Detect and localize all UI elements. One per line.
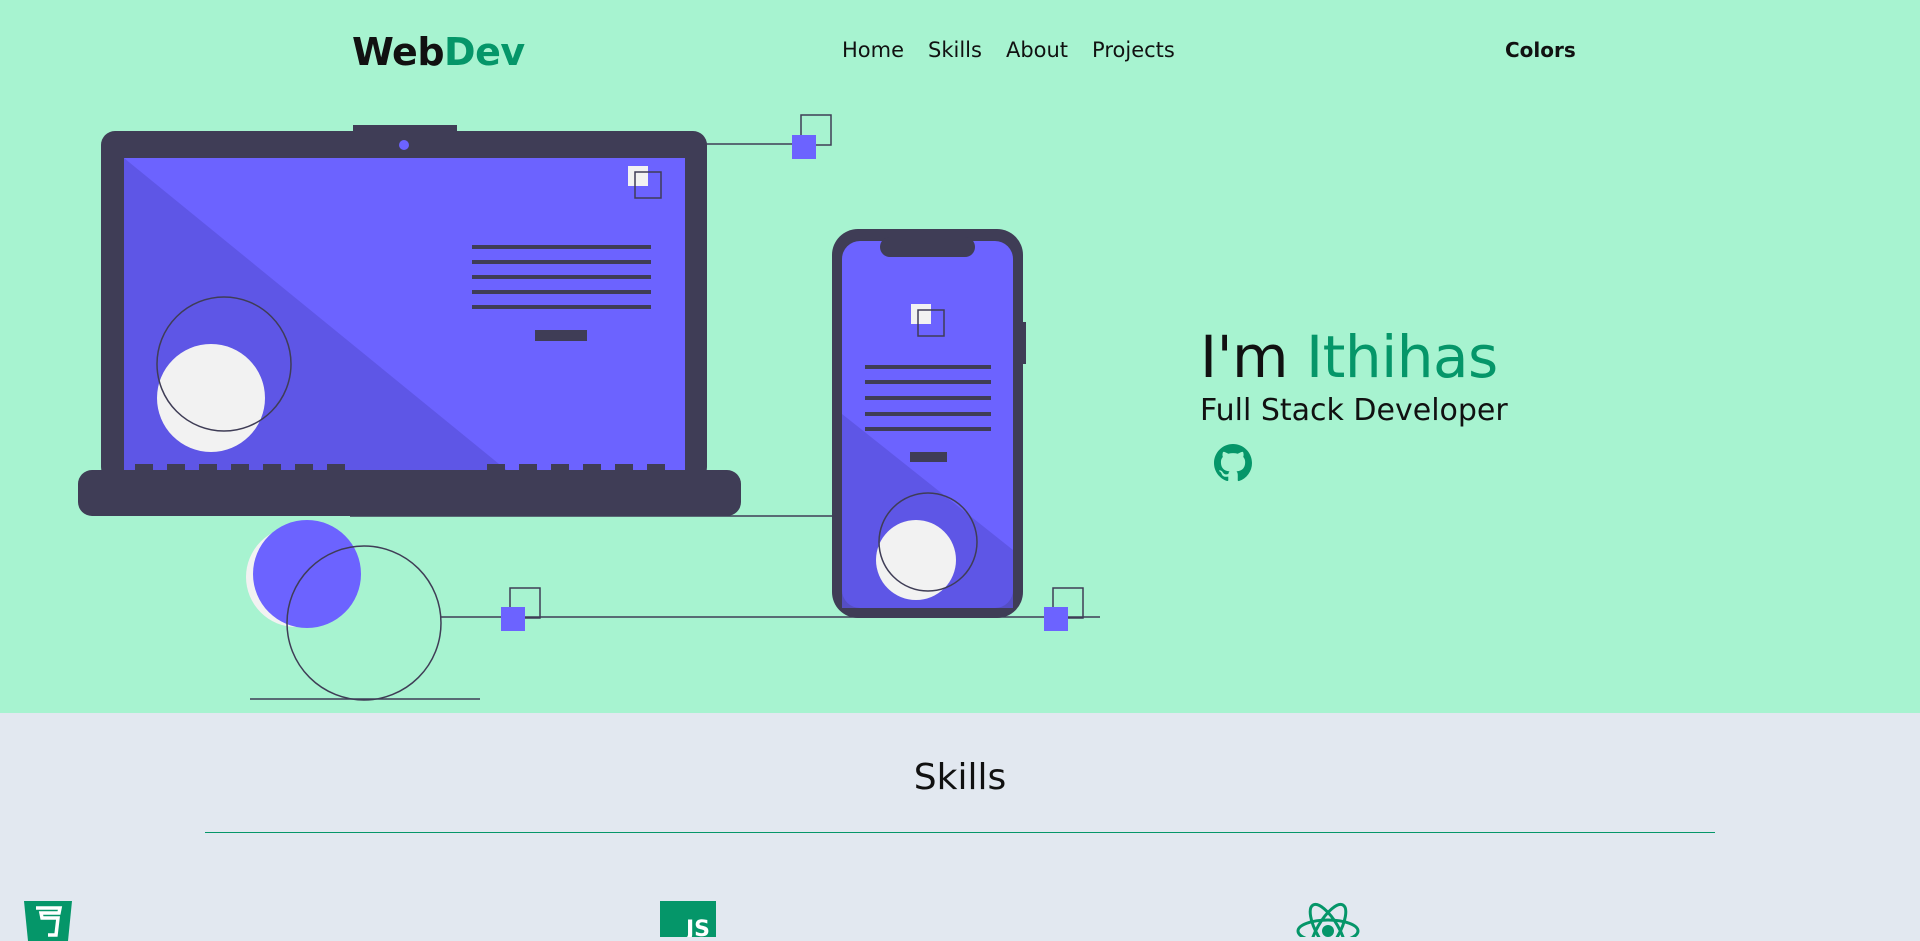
hero-section: WebDev Home Skills About Projects Colors <box>0 0 1920 713</box>
hero-name: Ithihas <box>1306 323 1498 391</box>
javascript-icon: JS <box>660 901 716 937</box>
skills-title: Skills <box>913 757 1007 798</box>
javascript-badge-text: JS <box>685 917 710 938</box>
hero-greeting: I'm <box>1200 323 1289 391</box>
skills-section: Skills JS <box>0 713 1920 941</box>
hero-role: Full Stack Developer <box>1200 393 1508 428</box>
devices-illustration <box>78 114 1100 701</box>
skills-divider <box>205 832 1715 833</box>
html5-icon <box>24 901 72 941</box>
colors-button[interactable]: Colors <box>1505 38 1576 62</box>
hero-heading: I'm Ithihas <box>1200 322 1508 392</box>
hero-intro: I'm Ithihas Full Stack Developer <box>1200 322 1508 486</box>
react-icon <box>1296 902 1360 937</box>
github-icon[interactable] <box>1214 444 1252 482</box>
